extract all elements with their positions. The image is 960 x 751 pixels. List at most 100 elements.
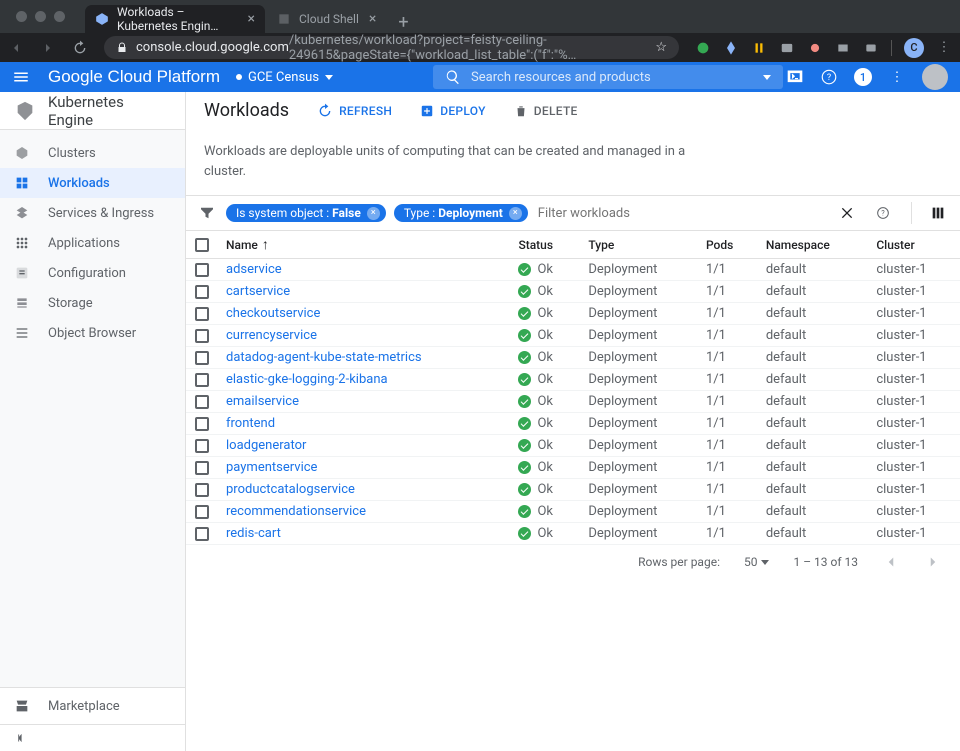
extension-icon[interactable] xyxy=(723,40,739,56)
column-header-pods[interactable]: Pods xyxy=(698,231,758,259)
workload-name-link[interactable]: cartservice xyxy=(226,284,290,299)
chip-remove-icon[interactable]: × xyxy=(367,207,380,220)
row-checkbox[interactable] xyxy=(195,439,209,453)
sidebar-item-services-ingress[interactable]: Services & Ingress xyxy=(0,198,185,228)
workload-name-link[interactable]: adservice xyxy=(226,262,282,277)
workload-name-link[interactable]: emailservice xyxy=(226,394,299,409)
cluster-cell: cluster-1 xyxy=(868,325,960,347)
workload-name-link[interactable]: datadog-agent-kube-state-metrics xyxy=(226,350,422,365)
workload-name-link[interactable]: frontend xyxy=(226,416,275,431)
row-checkbox[interactable] xyxy=(195,285,209,299)
row-checkbox[interactable] xyxy=(195,263,209,277)
page-title: Workloads xyxy=(204,100,289,121)
extension-icon[interactable] xyxy=(695,40,711,56)
more-menu-icon[interactable]: ⋮ xyxy=(888,68,906,86)
next-page-button[interactable] xyxy=(924,553,942,571)
column-header-name[interactable]: Name↑ xyxy=(218,231,510,259)
workload-name-link[interactable]: recommendationservice xyxy=(226,504,366,519)
notifications-badge[interactable]: 1 xyxy=(854,68,872,86)
bookmark-star-icon[interactable]: ☆ xyxy=(655,40,667,55)
rows-per-page-select[interactable]: 50 xyxy=(744,555,770,569)
hamburger-menu-icon[interactable] xyxy=(12,68,36,86)
macos-close[interactable] xyxy=(16,11,27,22)
project-picker[interactable]: GCE Census xyxy=(236,70,333,85)
extension-icon[interactable] xyxy=(751,40,767,56)
nav-label: Workloads xyxy=(48,176,110,191)
prev-page-button[interactable] xyxy=(882,553,900,571)
row-checkbox[interactable] xyxy=(195,395,209,409)
sidebar-item-configuration[interactable]: Configuration xyxy=(0,258,185,288)
sidebar-item-workloads[interactable]: Workloads xyxy=(0,168,185,198)
new-tab-button[interactable]: + xyxy=(388,12,418,33)
search-input[interactable] xyxy=(471,70,755,85)
extension-icon[interactable] xyxy=(835,40,851,56)
column-header-namespace[interactable]: Namespace xyxy=(758,231,869,259)
row-checkbox[interactable] xyxy=(195,329,209,343)
url-input[interactable]: console.cloud.google.com/kubernetes/work… xyxy=(104,36,679,59)
extension-icon[interactable] xyxy=(807,40,823,56)
workload-name-link[interactable]: productcatalogservice xyxy=(226,482,355,497)
gcp-logo[interactable]: Google Cloud Platform xyxy=(48,67,220,87)
macos-zoom[interactable] xyxy=(54,11,65,22)
tab-close-icon[interactable]: × xyxy=(369,11,376,27)
row-checkbox[interactable] xyxy=(195,417,209,431)
dropdown-arrow-icon[interactable] xyxy=(763,75,771,80)
sidebar-item-marketplace[interactable]: Marketplace xyxy=(0,688,185,724)
workload-name-link[interactable]: checkoutservice xyxy=(226,306,320,321)
row-checkbox[interactable] xyxy=(195,527,209,541)
reload-button[interactable] xyxy=(72,40,88,56)
collapse-sidebar-button[interactable] xyxy=(0,724,185,751)
row-checkbox[interactable] xyxy=(195,373,209,387)
column-header-status[interactable]: Status xyxy=(510,231,580,259)
product-header[interactable]: Kubernetes Engine xyxy=(0,92,185,130)
row-checkbox[interactable] xyxy=(195,483,209,497)
type-cell: Deployment xyxy=(580,369,698,391)
workload-name-link[interactable]: elastic-gke-logging-2-kibana xyxy=(226,372,388,387)
profile-avatar[interactable]: C xyxy=(904,38,924,58)
forward-button[interactable] xyxy=(40,40,56,56)
browser-tab-inactive[interactable]: Cloud Shell × xyxy=(267,5,386,33)
macos-minimize[interactable] xyxy=(35,11,46,22)
cloud-shell-icon[interactable] xyxy=(786,68,804,86)
row-checkbox[interactable] xyxy=(195,307,209,321)
back-button[interactable] xyxy=(8,40,24,56)
search-box[interactable] xyxy=(433,65,783,89)
browser-tab-active[interactable]: Workloads – Kubernetes Engin… × xyxy=(85,5,265,33)
help-icon[interactable]: ? xyxy=(820,68,838,86)
select-all-checkbox[interactable] xyxy=(195,238,209,252)
column-header-cluster[interactable]: Cluster xyxy=(868,231,960,259)
sidebar-item-storage[interactable]: Storage xyxy=(0,288,185,318)
type-cell: Deployment xyxy=(580,259,698,281)
column-header-type[interactable]: Type xyxy=(580,231,698,259)
workload-name-link[interactable]: currencyservice xyxy=(226,328,317,343)
nav-label: Object Browser xyxy=(48,326,136,341)
workload-name-link[interactable]: redis-cart xyxy=(226,526,281,541)
row-checkbox[interactable] xyxy=(195,351,209,365)
sidebar-item-clusters[interactable]: Clusters xyxy=(0,138,185,168)
tab-close-icon[interactable]: × xyxy=(248,11,255,27)
deploy-button[interactable]: DEPLOY xyxy=(420,104,486,118)
clear-filters-icon[interactable] xyxy=(839,205,857,221)
chip-remove-icon[interactable]: × xyxy=(509,207,522,220)
help-icon[interactable]: ? xyxy=(875,205,893,221)
filter-chip[interactable]: Is system object : False× xyxy=(226,204,386,222)
row-checkbox[interactable] xyxy=(195,461,209,475)
delete-button[interactable]: DELETE xyxy=(514,104,578,118)
workload-name-link[interactable]: paymentservice xyxy=(226,460,317,475)
filter-chip[interactable]: Type : Deployment× xyxy=(394,204,528,222)
table-row: checkoutserviceOkDeployment1/1defaultclu… xyxy=(186,303,960,325)
filter-icon[interactable] xyxy=(198,204,216,222)
status-ok-icon xyxy=(518,263,531,276)
filter-input[interactable] xyxy=(538,206,829,221)
sidebar-item-object-browser[interactable]: Object Browser xyxy=(0,318,185,348)
workload-name-link[interactable]: loadgenerator xyxy=(226,438,306,453)
row-checkbox[interactable] xyxy=(195,505,209,519)
pods-cell: 1/1 xyxy=(698,325,758,347)
extension-icon[interactable] xyxy=(863,40,879,56)
sidebar-item-applications[interactable]: Applications xyxy=(0,228,185,258)
columns-icon[interactable] xyxy=(930,205,948,221)
extension-icon[interactable] xyxy=(779,40,795,56)
refresh-button[interactable]: REFRESH xyxy=(317,103,392,119)
account-avatar[interactable] xyxy=(922,64,948,90)
chrome-menu-icon[interactable]: ⋮ xyxy=(936,40,952,56)
